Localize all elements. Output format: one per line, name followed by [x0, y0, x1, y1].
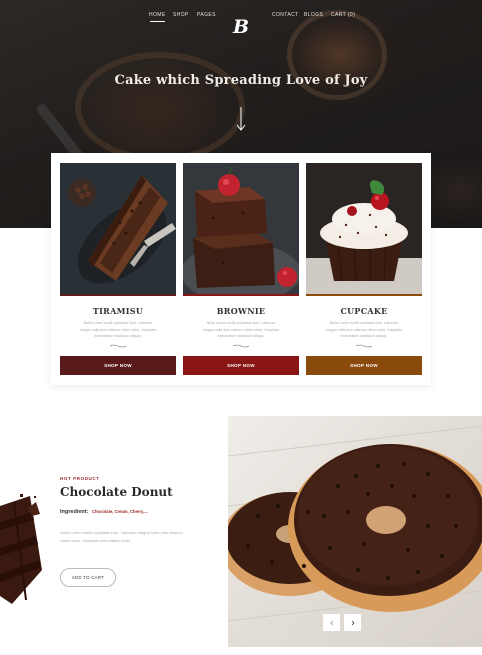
nav-pages[interactable]: PAGES [197, 12, 216, 18]
main-nav: HOME SHOP PAGES B CONTACT BLOGS CART (0) [0, 12, 482, 38]
product-description: Nulla Lorem mollit cupidatat irure. Labo… [202, 321, 280, 338]
product-image-brownie [183, 163, 299, 294]
chevron-left-icon [329, 620, 333, 625]
chocolate-bar-image [0, 494, 42, 604]
ingredients-line: Ingredient: Chocolate, Cream, Cherry.... [60, 509, 148, 515]
product-cards-panel: TIRAMISU Nulla Lorem mollit cupidatat ir… [51, 153, 431, 385]
shop-now-button[interactable]: SHOP NOW [306, 356, 422, 375]
product-image-cupcake [306, 163, 422, 294]
product-image-tiramisu [60, 163, 176, 294]
ingredients-value: Chocolate, Cream, Cherry.... [91, 509, 148, 514]
product-description: Nulla Lorem mollit cupidatat irure. Labo… [325, 321, 403, 338]
arrow-down-icon[interactable] [234, 106, 248, 132]
ingredients-label: Ingredient: [60, 509, 89, 515]
card-divider [306, 294, 422, 296]
shop-now-button[interactable]: SHOP NOW [60, 356, 176, 375]
card-divider [60, 294, 176, 296]
product-card-tiramisu: TIRAMISU Nulla Lorem mollit cupidatat ir… [60, 163, 176, 375]
nav-home[interactable]: HOME [149, 12, 166, 22]
slider-prev-button[interactable] [323, 614, 340, 631]
squiggle-divider-icon [110, 344, 126, 348]
nav-blogs[interactable]: BLOGS [304, 12, 323, 18]
product-name: BROWNIE [216, 306, 266, 316]
nav-cart[interactable]: CART (0) [331, 12, 355, 18]
product-description: Nulla Lorem mollit cupidatat irure. Labo… [79, 321, 157, 338]
feature-description: Nulla Lorem mollit cupidatat irure. Labo… [60, 530, 183, 543]
nav-shop[interactable]: SHOP [173, 12, 189, 18]
product-name: TIRAMISU [92, 306, 144, 316]
product-card-brownie: BROWNIE Nulla Lorem mollit cupidatat iru… [183, 163, 299, 375]
squiggle-divider-icon [356, 344, 372, 348]
product-name: CUPCAKE [340, 306, 388, 316]
squiggle-divider-icon [233, 344, 249, 348]
hot-product-label: HOT PRODUCT [60, 476, 100, 481]
feature-title: Chocolate Donut [60, 485, 173, 499]
product-card-cupcake: CUPCAKE Nulla Lorem mollit cupidatat iru… [306, 163, 422, 375]
add-to-cart-button[interactable]: ADD TO CART [60, 568, 116, 587]
card-divider [183, 294, 299, 296]
nav-contact[interactable]: CONTACT [272, 12, 299, 18]
hero-title: Cake which Spreading Love of Joy [114, 73, 368, 88]
donut-photo [228, 416, 482, 647]
slider-next-button[interactable] [344, 614, 361, 631]
shop-now-button[interactable]: SHOP NOW [183, 356, 299, 375]
chevron-right-icon [351, 620, 355, 625]
brand-logo[interactable]: B [233, 16, 249, 38]
